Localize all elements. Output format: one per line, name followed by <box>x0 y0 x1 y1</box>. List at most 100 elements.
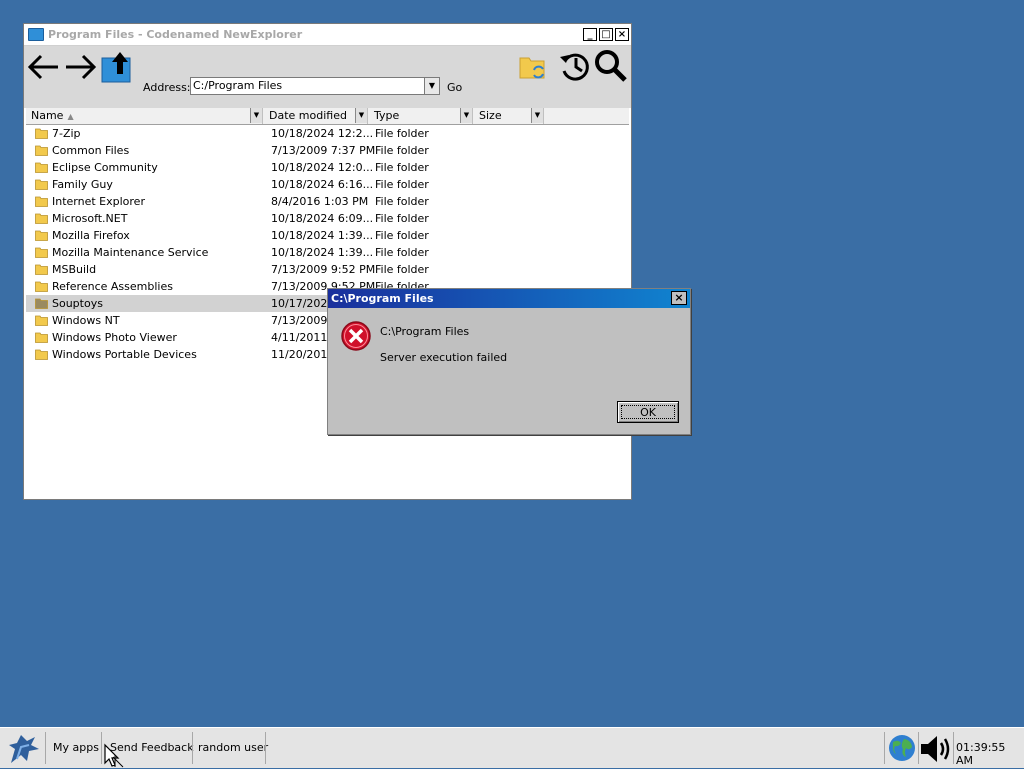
column-size-dropdown-icon[interactable]: ▼ <box>531 108 543 123</box>
forward-arrow-icon[interactable] <box>62 49 98 85</box>
address-dropdown-icon[interactable]: ▼ <box>424 78 439 94</box>
column-date-label: Date modified <box>269 109 347 122</box>
error-dialog: C:\Program Files × C:\Program Files Serv… <box>327 288 691 435</box>
column-header: Name ▲ ▼ Date modified ▼ Type ▼ Size ▼ <box>26 108 629 125</box>
column-name-dropdown-icon[interactable]: ▼ <box>250 108 262 123</box>
dialog-titlebar[interactable]: C:\Program Files × <box>328 289 690 308</box>
file-row[interactable]: Internet Explorer 8/4/2016 1:03 PM File fo… <box>26 193 566 210</box>
folder-icon <box>35 332 48 343</box>
file-row[interactable]: Eclipse Community 10/18/2024 12:0... File … <box>26 159 566 176</box>
taskbar-separator <box>884 732 885 764</box>
column-date-dropdown-icon[interactable]: ▼ <box>355 108 367 123</box>
file-name: Common Files <box>52 144 130 157</box>
column-name-label: Name <box>31 109 64 122</box>
file-row[interactable]: Family Guy 10/18/2024 6:16... File folder <box>26 176 566 193</box>
taskbar-separator <box>45 732 46 764</box>
dialog-message-path: C:\Program Files <box>380 325 470 338</box>
folder-icon <box>35 281 48 292</box>
file-row[interactable]: Common Files 7/13/2009 7:37 PM File folder <box>26 142 566 159</box>
file-date: 11/20/2010 <box>271 348 335 361</box>
taskbar-separator <box>265 732 266 764</box>
file-date: 10/18/2024 12:0... <box>271 161 374 174</box>
taskbar: My apps Send Feedback random user 01:39:… <box>0 727 1024 768</box>
file-type: File folder <box>375 212 429 225</box>
file-type: File folder <box>375 246 429 259</box>
file-type: File folder <box>375 161 429 174</box>
column-date[interactable]: Date modified ▼ <box>264 108 368 124</box>
file-row[interactable]: 7-Zip 10/18/2024 12:2... File folder <box>26 125 566 142</box>
file-name: Windows NT <box>52 314 120 327</box>
close-button[interactable]: × <box>615 28 629 41</box>
file-type: File folder <box>375 144 429 157</box>
taskbar-my-apps[interactable]: My apps <box>53 741 99 754</box>
folder-icon <box>35 213 48 224</box>
explorer-toolbar: Address: C:/Program Files ▼ Go <box>24 46 631 108</box>
folder-icon <box>35 264 48 275</box>
file-type: File folder <box>375 178 429 191</box>
file-name: Family Guy <box>52 178 113 191</box>
file-date: 10/18/2024 6:16... <box>271 178 374 191</box>
file-type: File folder <box>375 195 429 208</box>
maximize-button[interactable]: □ <box>599 28 613 41</box>
column-name[interactable]: Name ▲ ▼ <box>26 108 263 124</box>
column-type-dropdown-icon[interactable]: ▼ <box>460 108 472 123</box>
explorer-app-icon <box>28 28 44 41</box>
minimize-button[interactable]: _ <box>583 28 597 41</box>
file-name: Windows Photo Viewer <box>52 331 177 344</box>
file-name: Microsoft.NET <box>52 212 128 225</box>
file-type: File folder <box>375 127 429 140</box>
file-name: Mozilla Firefox <box>52 229 130 242</box>
folder-icon <box>35 315 48 326</box>
folder-icon <box>35 247 48 258</box>
explorer-titlebar[interactable]: Program Files - Codenamed NewExplorer _ … <box>24 24 631 46</box>
taskbar-separator <box>101 732 102 764</box>
taskbar-separator <box>192 732 193 764</box>
up-folder-icon[interactable] <box>100 48 136 84</box>
sort-ascending-icon: ▲ <box>67 112 74 121</box>
dialog-close-button[interactable]: × <box>671 291 687 305</box>
history-icon[interactable] <box>558 49 592 83</box>
file-name: Internet Explorer <box>52 195 145 208</box>
volume-icon[interactable] <box>919 733 953 765</box>
back-arrow-icon[interactable] <box>26 49 62 85</box>
go-button[interactable]: Go <box>447 81 462 94</box>
file-row[interactable]: Microsoft.NET 10/18/2024 6:09... File fold… <box>26 210 566 227</box>
file-row[interactable]: MSBuild 7/13/2009 9:52 PM File folder <box>26 261 566 278</box>
file-date: 10/18/2024 6:09... <box>271 212 374 225</box>
folder-icon <box>35 298 48 309</box>
folder-icon <box>35 145 48 156</box>
file-name: Eclipse Community <box>52 161 158 174</box>
column-type[interactable]: Type ▼ <box>369 108 473 124</box>
network-globe-icon[interactable] <box>887 733 917 763</box>
file-row[interactable]: Mozilla Maintenance Service 10/18/2024 1:… <box>26 244 566 261</box>
file-name: 7-Zip <box>52 127 81 140</box>
folder-icon <box>35 128 48 139</box>
dialog-title: C:\Program Files <box>331 292 434 305</box>
ok-button[interactable]: OK <box>617 401 679 423</box>
file-name: MSBuild <box>52 263 97 276</box>
address-label: Address: <box>143 81 191 94</box>
file-date: 7/13/2009 9:52 PM <box>271 263 376 276</box>
folder-icon <box>35 196 48 207</box>
error-icon <box>341 321 371 351</box>
folder-icon <box>35 179 48 190</box>
file-name: Souptoys <box>52 297 103 310</box>
file-type: File folder <box>375 229 429 242</box>
taskbar-clock: 01:39:55 AM <box>956 741 1006 767</box>
start-logo-icon[interactable] <box>5 731 43 767</box>
explorer-title: Program Files - Codenamed NewExplorer <box>48 28 303 41</box>
address-input[interactable]: C:/Program Files <box>190 77 440 95</box>
sync-folder-icon[interactable] <box>518 52 548 82</box>
taskbar-user[interactable]: random user <box>198 741 268 754</box>
file-date: 7/13/2009 7:37 PM <box>271 144 376 157</box>
search-icon[interactable] <box>594 49 628 83</box>
folder-icon <box>35 162 48 173</box>
file-name: Reference Assemblies <box>52 280 173 293</box>
column-type-label: Type <box>374 109 400 122</box>
file-row[interactable]: Mozilla Firefox 10/18/2024 1:39... File fo… <box>26 227 566 244</box>
file-date: 8/4/2016 1:03 PM <box>271 195 369 208</box>
file-name: Windows Portable Devices <box>52 348 197 361</box>
mouse-cursor-icon <box>104 743 124 768</box>
file-name: Mozilla Maintenance Service <box>52 246 209 259</box>
column-size[interactable]: Size ▼ <box>474 108 544 124</box>
